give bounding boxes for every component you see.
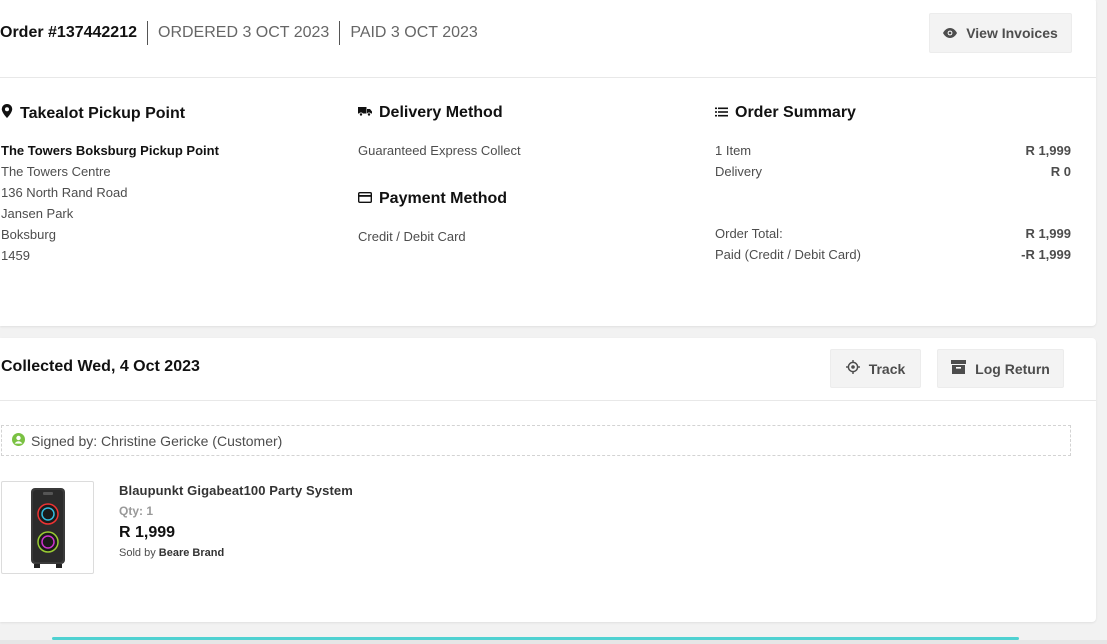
archive-icon [951,360,967,377]
summary-value: R 0 [1050,164,1071,179]
view-invoices-label: View Invoices [966,25,1058,41]
log-return-label: Log Return [975,360,1050,377]
track-button[interactable]: Track [830,349,921,388]
address-line: The Towers Centre [1,164,111,179]
signed-by-text: Signed by: Christine Gericke (Customer) [31,432,283,449]
signed-by-banner: Signed by: Christine Gericke (Customer) [1,425,1071,456]
summary-paid-label: Paid (Credit / Debit Card) [715,247,861,262]
product-name-link[interactable]: Blaupunkt Gigabeat100 Party System [119,483,353,498]
address-line: Boksburg [1,227,56,242]
delivery-method-heading: Delivery Method [358,104,503,122]
divider [0,77,1096,78]
collected-status-title: Collected Wed, 4 Oct 2023 [1,358,200,375]
product-image[interactable] [1,481,94,574]
track-label: Track [868,360,906,377]
map-pin-icon [1,104,13,123]
pickup-point-heading: Takealot Pickup Point [1,104,185,123]
shipment-card: Collected Wed, 4 Oct 2023 Track Log Retu… [0,338,1096,622]
pickup-point-name: The Towers Boksburg Pickup Point [1,143,219,158]
view-invoices-button[interactable]: View Invoices [929,13,1072,53]
pickup-point-title: Takealot Pickup Point [20,104,186,122]
summary-paid-value: -R 1,999 [1021,247,1071,262]
ordered-date: ORDERED 3 OCT 2023 [158,24,330,41]
divider [0,400,1096,401]
address-line: 136 North Rand Road [1,185,128,200]
payment-method-heading: Payment Method [357,190,508,208]
truck-icon [358,104,372,122]
payment-method-title: Payment Method [379,190,508,207]
user-check-icon [12,432,25,449]
list-icon [715,104,728,122]
product-price: R 1,999 [119,524,176,541]
order-details-card: Order #137442212 ORDERED 3 OCT 2023 PAID… [0,0,1096,326]
order-summary-heading: Order Summary [715,104,856,122]
seller-name[interactable]: Beare Brand [159,547,224,559]
product-qty: Qty: 1 [119,504,154,518]
paid-date: PAID 3 OCT 2023 [350,24,478,41]
speaker-image [30,487,65,568]
order-summary-title: Order Summary [735,104,856,121]
order-number: Order #137442212 [0,24,137,41]
payment-method-value: Credit / Debit Card [358,229,466,244]
summary-label: Delivery [715,164,762,179]
sold-by-prefix: Sold by [119,547,156,559]
crosshair-icon [845,360,860,377]
credit-card-icon [357,190,373,208]
eye-icon [943,25,958,41]
order-header: Order #137442212 ORDERED 3 OCT 2023 PAID… [0,20,488,46]
summary-total-label: Order Total: [715,226,783,241]
summary-label: 1 Item [715,143,752,158]
summary-value: R 1,999 [1025,143,1071,158]
delivery-method-value: Guaranteed Express Collect [358,143,521,158]
delivery-method-title: Delivery Method [379,104,503,121]
sold-by: Sold by Beare Brand [119,547,224,559]
address-line: Jansen Park [1,206,74,221]
page-bottom-edge [0,640,1107,644]
log-return-button[interactable]: Log Return [937,349,1064,388]
summary-total-value: R 1,999 [1025,226,1071,241]
address-line: 1459 [1,248,30,263]
